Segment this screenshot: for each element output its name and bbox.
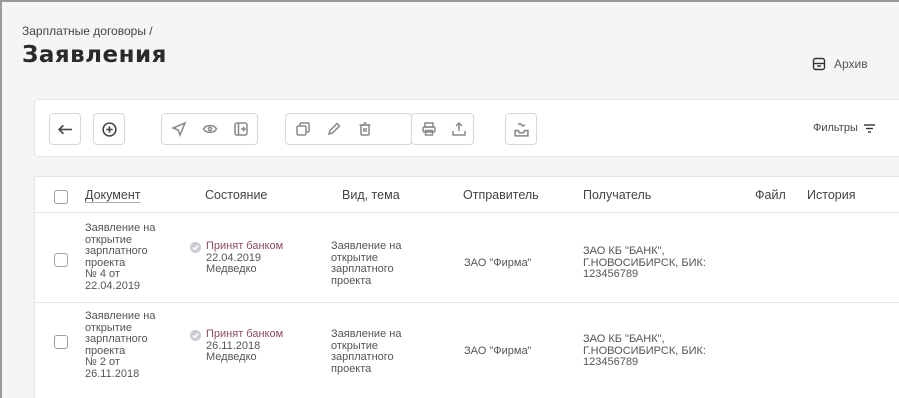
recipient-cell: ЗАО КБ "БАНК", Г.НОВОСИБИРСК, БИК: 12345… [583, 333, 706, 368]
edit-button[interactable] [318, 114, 350, 144]
col-theme[interactable]: Вид, тема [342, 188, 400, 202]
status-user: Медведко [206, 351, 257, 363]
document-cell: Заявление на открытие зарплатного проект… [85, 222, 156, 292]
export-icon [452, 121, 466, 136]
page-title: Заявления [22, 42, 167, 68]
theme-cell: Заявление на открытие зарплатного проект… [331, 240, 402, 287]
sender-cell: ЗАО "Фирма" [464, 257, 532, 269]
print-button[interactable] [413, 114, 445, 144]
status-cell: Принят банком 26.11.2018 Медведко [190, 328, 284, 364]
status-check-icon [190, 330, 201, 341]
table-row[interactable]: Заявление на открытие зарплатного проект… [35, 221, 899, 303]
col-recipient[interactable]: Получатель [583, 188, 651, 202]
col-file[interactable]: Файл [755, 188, 786, 202]
delete-icon [359, 122, 371, 136]
select-all-checkbox[interactable] [54, 190, 68, 204]
export-button[interactable] [443, 114, 475, 144]
col-history[interactable]: История [807, 188, 855, 202]
row-checkbox[interactable] [54, 253, 68, 267]
table-row[interactable]: Заявление на открытие зарплатного проект… [35, 303, 899, 385]
sender-cell: ЗАО "Фирма" [464, 345, 532, 357]
copy-icon [296, 122, 310, 136]
sign-button[interactable] [225, 114, 257, 144]
filter-icon [863, 123, 875, 133]
archive-icon [812, 57, 826, 71]
back-arrow-icon [57, 124, 72, 134]
theme-cell: Заявление на открытие зарплатного проект… [331, 328, 402, 375]
import-button[interactable] [505, 113, 537, 145]
send-button[interactable] [163, 114, 195, 144]
main-frame: Зарплатные договоры / Заявления Архив Фи… [0, 0, 899, 398]
document-cell: Заявление на открытие зарплатного проект… [85, 310, 156, 380]
add-icon [101, 121, 117, 137]
status-user: Медведко [206, 263, 257, 275]
col-document[interactable]: Документ [85, 188, 140, 202]
applications-table: Документ Состояние Вид, тема Отправитель… [34, 176, 899, 398]
back-button[interactable] [49, 113, 81, 145]
status-label: Принят банком [206, 240, 284, 252]
filters-label: Фильтры [813, 122, 858, 134]
archive-button[interactable]: Архив [812, 57, 868, 71]
delete-button[interactable] [349, 114, 381, 144]
col-state[interactable]: Состояние [205, 188, 267, 202]
row-checkbox[interactable] [54, 335, 68, 349]
col-sender[interactable]: Отправитель [463, 188, 539, 202]
view-button[interactable] [194, 114, 226, 144]
edit-icon [327, 122, 341, 136]
add-button[interactable] [93, 113, 125, 145]
table-header: Документ Состояние Вид, тема Отправитель… [35, 177, 899, 213]
recipient-cell: ЗАО КБ "БАНК", Г.НОВОСИБИРСК, БИК: 12345… [583, 245, 706, 280]
toolbar: Фильтры [34, 99, 899, 157]
sign-icon [234, 122, 248, 136]
status-check-icon [190, 242, 201, 253]
filters-button[interactable]: Фильтры [813, 122, 875, 134]
import-icon [513, 122, 529, 137]
copy-button[interactable] [287, 114, 319, 144]
send-icon [171, 121, 187, 137]
toolbar-group-edit [285, 113, 412, 145]
toolbar-group-send [161, 113, 258, 145]
view-icon [202, 124, 218, 134]
status-label: Принят банком [206, 328, 284, 340]
breadcrumb[interactable]: Зарплатные договоры / [22, 24, 153, 38]
print-icon [422, 122, 436, 136]
status-cell: Принят банком 22.04.2019 Медведко [190, 240, 284, 276]
archive-label: Архив [834, 57, 868, 71]
toolbar-group-print [411, 113, 474, 145]
